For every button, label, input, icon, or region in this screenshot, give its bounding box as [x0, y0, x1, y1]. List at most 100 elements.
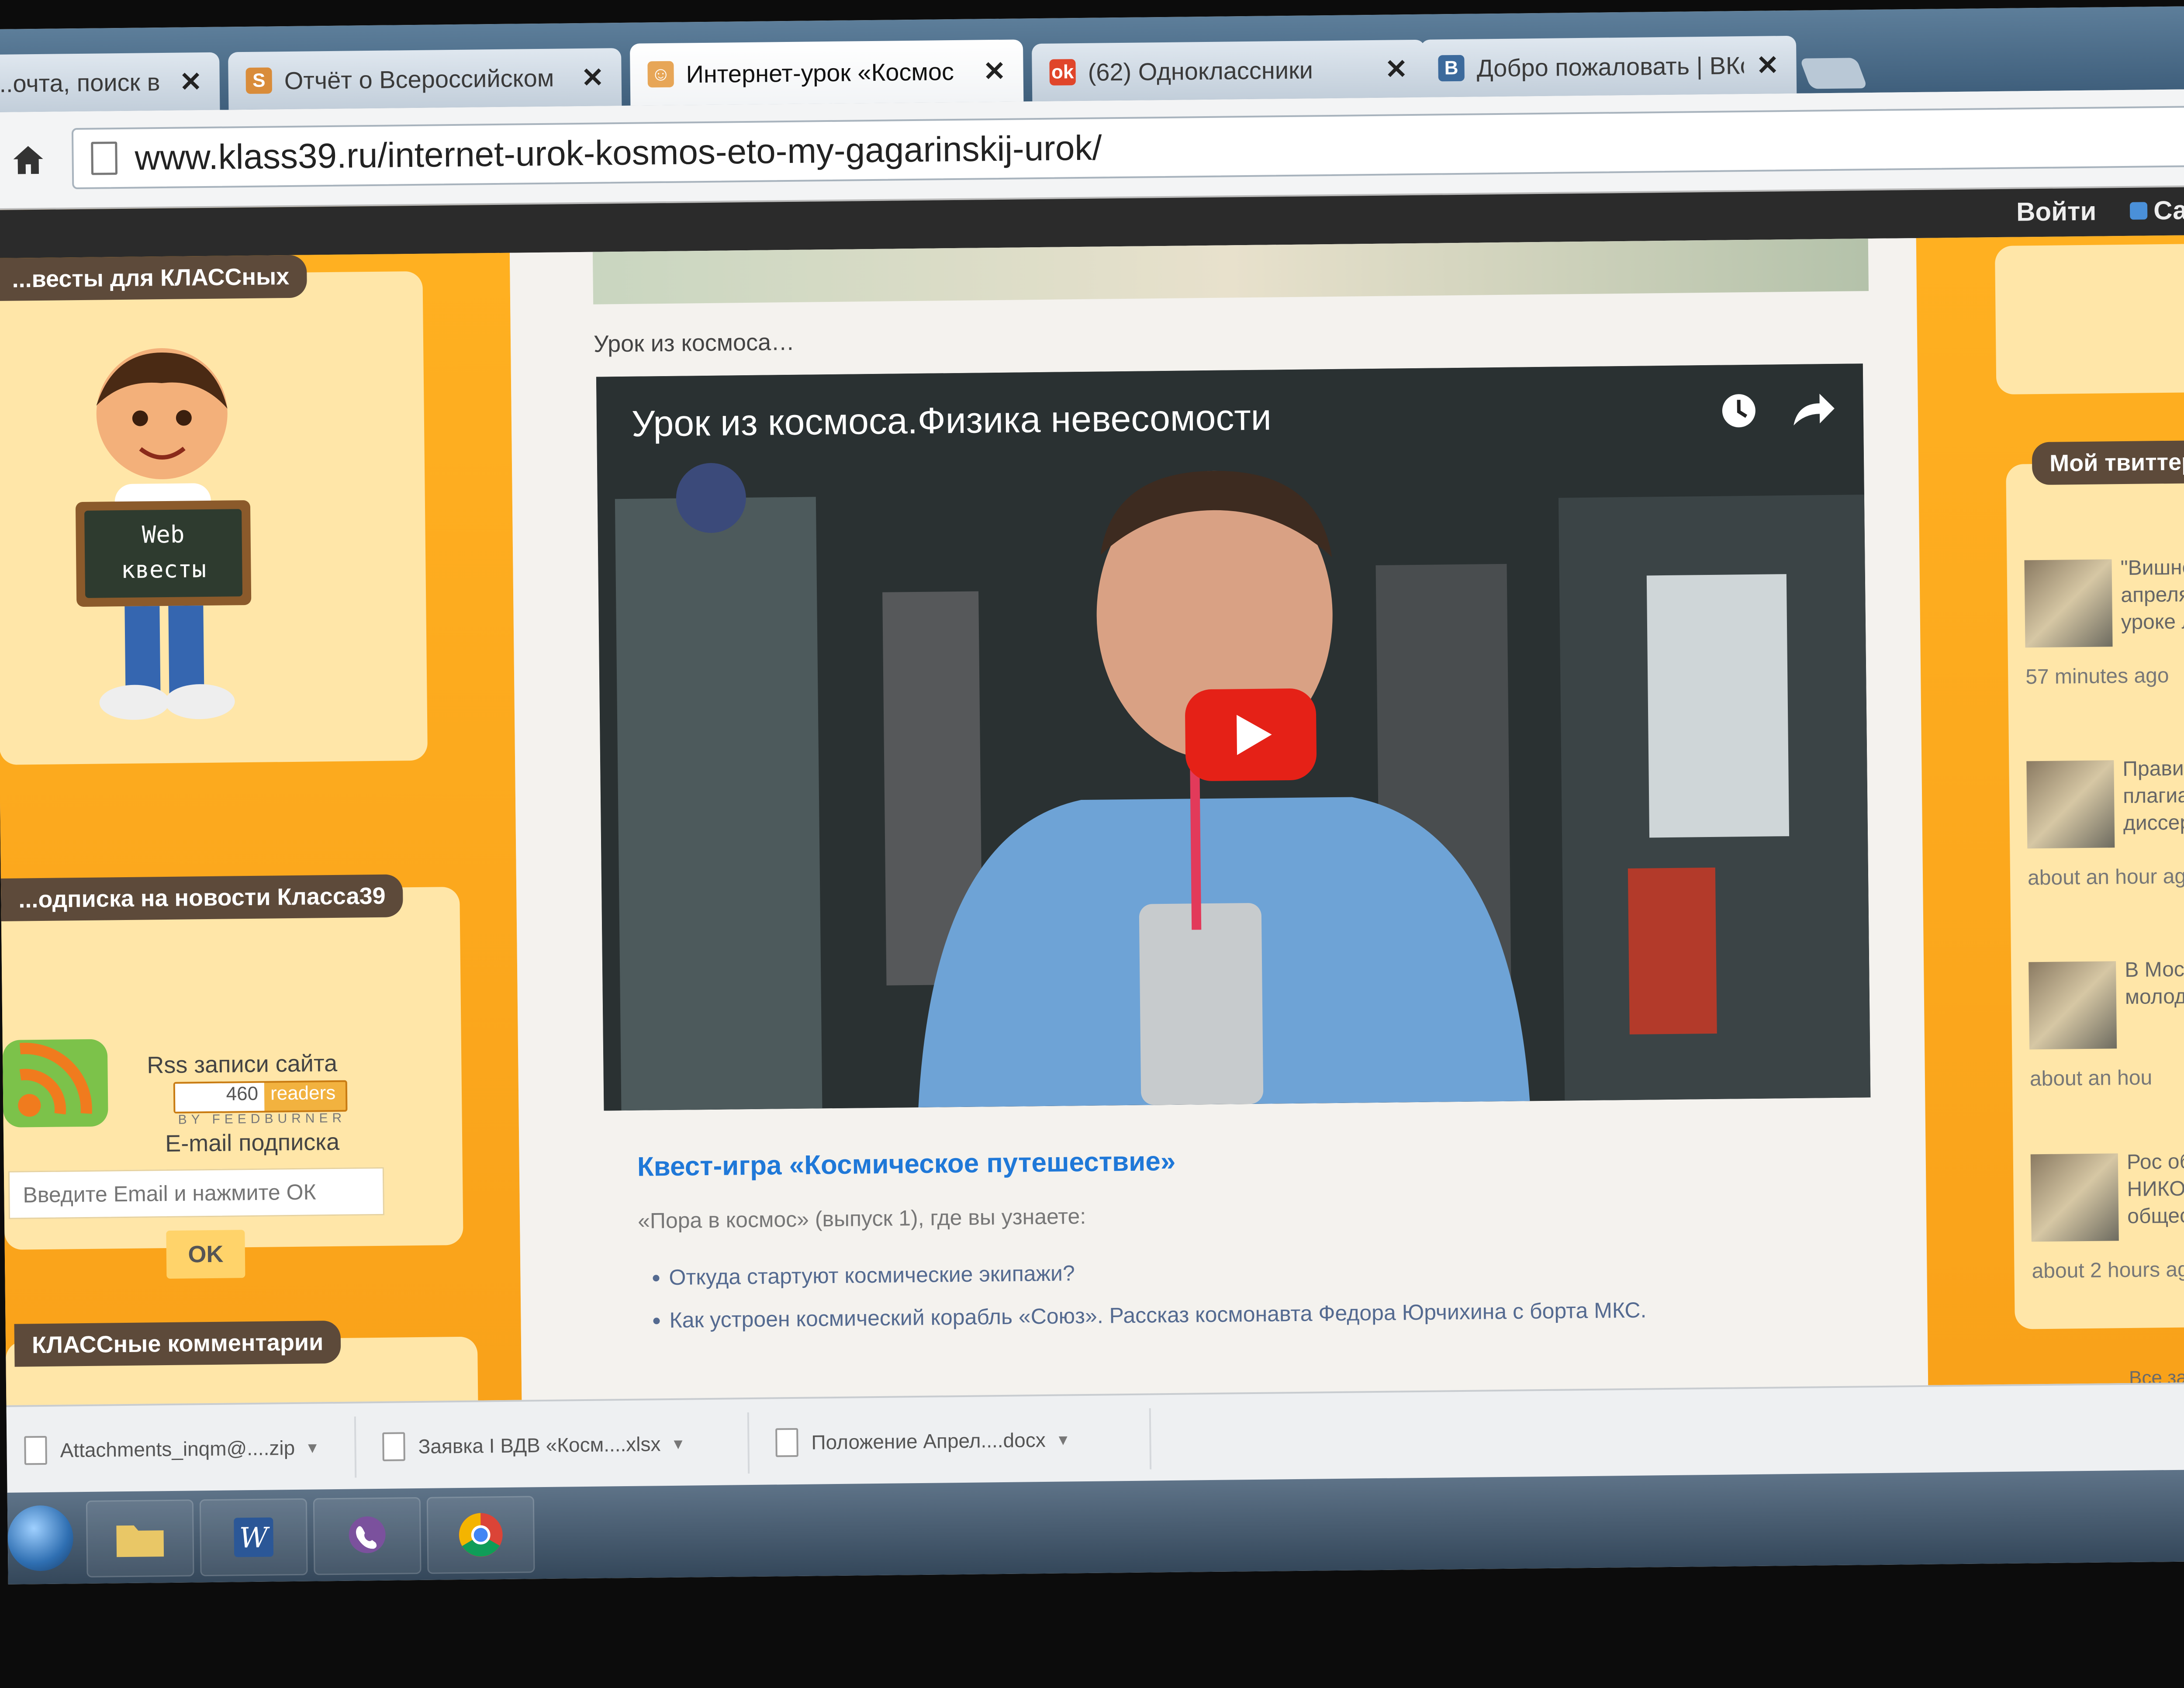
tab-report[interactable]: S Отчёт о Всероссийском ✕: [228, 48, 622, 110]
folder-icon: [116, 1525, 164, 1557]
video-title: Урок из космоса.Физика невесомости: [631, 396, 1272, 444]
quest-game-link[interactable]: Квест-игра «Космическое путешествие»: [637, 1146, 1175, 1183]
quests-widget-title: ...весты для КЛАССных: [0, 255, 307, 301]
tweet-item[interactable]: Рос обрнадз НИКО по ис общественн класса…: [2022, 1149, 2184, 1311]
email-subscribe-label: E-mail подписка: [165, 1128, 340, 1157]
feedburner-label: BY FEEDBURNER: [178, 1110, 346, 1127]
rss-subscribe-label: Rss записи сайта: [147, 1050, 338, 1079]
tab-title: ...очта, поиск в и: [0, 68, 167, 97]
rss-feed-icon[interactable]: [2, 1021, 117, 1145]
home-icon[interactable]: [10, 142, 46, 178]
tweet-time: about 2 hours ago: [2032, 1258, 2184, 1283]
start-button[interactable]: [7, 1505, 74, 1571]
tweet-time: about an hour ago: [2027, 865, 2184, 890]
tweet-avatar: [2028, 961, 2117, 1050]
file-icon: [775, 1428, 798, 1457]
chrome-taskbar-button[interactable]: [426, 1496, 535, 1574]
viber-taskbar-button[interactable]: [313, 1497, 422, 1575]
download-filename: Attachments_inqm@....zip: [60, 1436, 295, 1462]
left-sidebar: ...весты для КЛАССных Web квесты ...одпи…: [0, 253, 522, 1429]
tweet-item[interactable]: Правитель плагиатом диссертац about an h…: [2018, 757, 2184, 918]
file-icon: [382, 1432, 405, 1461]
tweet-text: "Вишневь апреля на уроке лит: [2120, 555, 2184, 634]
monitor-screen: ...очта, поиск в и ✕ S Отчёт о Всероссий…: [0, 6, 2184, 1584]
play-icon: [1237, 714, 1272, 755]
login-link[interactable]: Войти: [2016, 196, 2097, 227]
web-page: Войти Сайт ...весты для КЛАССных Web кве…: [0, 187, 2184, 1429]
board-text-quests: квесты: [121, 555, 207, 584]
cartoon-boy-image[interactable]: Web квесты: [48, 338, 279, 733]
kid-icon: ☺: [647, 61, 674, 88]
readers-label: readers: [270, 1082, 336, 1104]
play-button[interactable]: [1185, 688, 1317, 782]
comments-widget-title: КЛАССные комментарии: [14, 1320, 341, 1367]
url-text: www.klass39.ru/internet-urok-kosmos-eto-…: [135, 128, 1102, 177]
odnoklassniki-icon: ok: [1049, 59, 1076, 86]
tweet-text: Рос обрнадз НИКО по ис общественн класса…: [2126, 1149, 2184, 1236]
tab-odnoklassniki[interactable]: ok (62) Одноклассники ✕: [1031, 39, 1426, 102]
tab-vk[interactable]: B Добро пожаловать | ВКо ✕: [1420, 35, 1797, 97]
chevron-down-icon[interactable]: ▾: [1058, 1429, 1068, 1449]
right-sidebar: Мой твиттер @kla "Вишневь апреля на урок…: [1916, 235, 2184, 1387]
close-icon[interactable]: ✕: [179, 66, 202, 98]
share-icon[interactable]: [1789, 390, 1837, 430]
rss-icon: [2129, 201, 2148, 220]
tab-mail[interactable]: ...очта, поиск в и ✕: [0, 52, 220, 113]
site-link-label: Сайт: [2153, 195, 2184, 225]
list-item: Как устроен космический корабль «Союз». …: [669, 1297, 1646, 1333]
download-item[interactable]: Attachments_inqm@....zip ▾: [6, 1416, 357, 1481]
tweet-text: Правитель плагиатом диссертац: [2122, 756, 2184, 835]
svg-text:W: W: [239, 1522, 270, 1555]
tab-internet-lesson[interactable]: ☺ Интернет-урок «Космос ✕: [629, 39, 1024, 106]
tweet-avatar: [2024, 559, 2113, 648]
topic-list: Откуда стартуют космические экипажи? Как…: [643, 1255, 1647, 1351]
site-link[interactable]: Сайт: [2129, 195, 2184, 226]
tweet-time: about an hou: [2029, 1066, 2153, 1091]
email-input[interactable]: [8, 1167, 384, 1219]
main-content: Урок из космоса… Урок из космоса.Физика …: [509, 238, 1928, 1402]
download-filename: Заявка I ВДВ «Косм....xlsx: [418, 1432, 661, 1458]
twitter-widget-title: Мой твиттер @kla: [2032, 439, 2184, 485]
explorer-taskbar-button[interactable]: [86, 1499, 194, 1577]
tab-title: Добро пожаловать | ВКо: [1476, 51, 1744, 82]
feedburner-counter[interactable]: 460 readers: [173, 1080, 348, 1114]
word-taskbar-button[interactable]: W: [199, 1498, 308, 1577]
subscribe-widget-title: ...одписка на новости Класса39: [0, 874, 404, 921]
close-icon[interactable]: ✕: [1385, 53, 1408, 85]
board-text-web: Web: [142, 521, 185, 549]
ok-button[interactable]: OK: [166, 1230, 245, 1279]
release-text: «Пора в космос» (выпуск 1), где вы узнае…: [637, 1204, 1086, 1233]
lesson-intro: Урок из космоса…: [593, 329, 795, 357]
vk-icon: B: [1438, 55, 1465, 82]
tab-title: Интернет-урок «Космос: [686, 57, 954, 88]
tweet-text: В Москве молодых лк: [2125, 957, 2184, 1009]
tweet-avatar: [2026, 760, 2115, 849]
file-icon: [24, 1435, 47, 1465]
s-icon: S: [245, 67, 273, 94]
tweet-item[interactable]: "Вишневь апреля на уроке лит 57 minutes …: [2015, 556, 2184, 717]
close-icon[interactable]: ✕: [1756, 49, 1779, 81]
download-item[interactable]: Положение Апрел....docx ▾: [757, 1408, 1152, 1474]
youtube-video-player[interactable]: Урок из космоса.Физика невесомости: [596, 363, 1871, 1111]
close-icon[interactable]: ✕: [983, 55, 1006, 87]
page-icon: [91, 142, 118, 175]
tweet-item[interactable]: В Москве молодых лк about an hou: [2020, 958, 2184, 1119]
readers-count: 460: [175, 1083, 265, 1112]
tab-title: (62) Одноклассники: [1088, 55, 1313, 86]
chevron-down-icon[interactable]: ▾: [308, 1437, 317, 1457]
tab-title: Отчёт о Всероссийском: [284, 64, 554, 94]
download-filename: Положение Апрел....docx: [811, 1428, 1046, 1454]
address-bar[interactable]: www.klass39.ru/internet-urok-kosmos-eto-…: [71, 105, 2184, 190]
chrome-icon: [459, 1513, 503, 1557]
watch-later-icon[interactable]: [1719, 391, 1759, 431]
tweet-avatar: [2030, 1153, 2119, 1242]
viber-icon: [349, 1516, 386, 1553]
new-tab-button[interactable]: [1799, 58, 1868, 89]
close-icon[interactable]: ✕: [581, 61, 604, 93]
download-item[interactable]: Заявка I ВДВ «Косм....xlsx ▾: [364, 1412, 750, 1478]
tweet-time: 57 minutes ago: [2025, 664, 2169, 689]
word-icon: W: [234, 1517, 274, 1557]
login-widget: [1994, 243, 2184, 395]
list-item: Откуда стартуют космические экипажи?: [669, 1255, 1646, 1290]
chevron-down-icon[interactable]: ▾: [674, 1434, 683, 1454]
